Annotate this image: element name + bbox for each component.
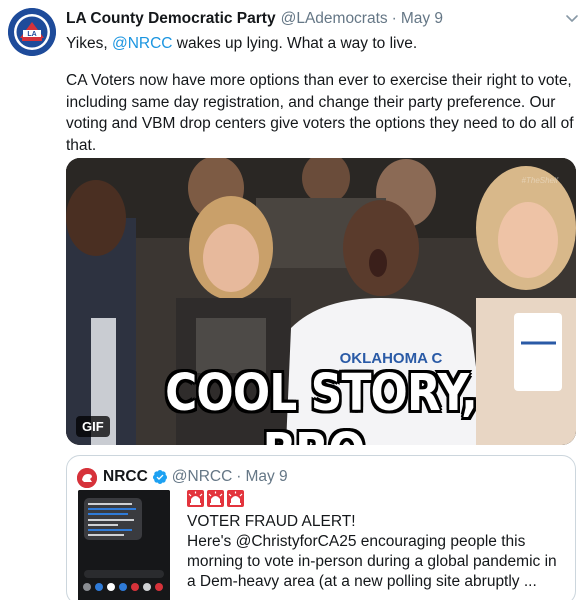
separator-dot: · (236, 468, 242, 485)
quoted-media-thumbnail[interactable] (78, 490, 170, 600)
phone-screenshot-image (78, 490, 170, 600)
author-avatar[interactable]: LA (8, 8, 56, 56)
author-name[interactable]: LA County Democratic Party (66, 10, 276, 28)
tweet[interactable]: LA LA County Democratic Party @LAdemocra… (0, 0, 582, 600)
siren-icon (227, 489, 244, 507)
tweet-paragraph: CA Voters now have more options than eve… (66, 72, 574, 154)
verified-badge-icon (152, 470, 167, 484)
quoted-text-line: a Dem-heavy area (at a new polling site … (187, 573, 537, 590)
siren-icon (187, 489, 204, 507)
tweet-text-line: Yikes, @NRCC wakes up lying. What a way … (66, 33, 576, 55)
quoted-text-line: Here's @ChristyforCA25 encouraging peopl… (187, 533, 526, 550)
siren-icon (207, 489, 224, 507)
quoted-text-line: VOTER FRAUD ALERT! (187, 513, 356, 530)
tweet-media-gif[interactable]: OKLAHOMA C #TheShelf COOL STORY, BRO. GI… (66, 158, 576, 445)
quoted-tweet[interactable]: NRCC @NRCC · May 9 VOTER FRAUD ALERT! He… (66, 455, 576, 600)
quoted-author-name[interactable]: NRCC (103, 468, 148, 486)
quoted-author-handle[interactable]: @NRCC (172, 468, 233, 486)
quoted-tweet-body: VOTER FRAUD ALERT! Here's @ChristyforCA2… (187, 488, 571, 592)
quoted-tweet-date[interactable]: May 9 (245, 468, 287, 486)
nrcc-logo-icon (77, 468, 97, 488)
la-county-logo-icon: LA (8, 8, 56, 56)
quoted-text-line: morning to vote in-person during a globa… (187, 553, 557, 570)
chevron-down-icon[interactable] (564, 10, 580, 26)
gif-caption: COOL STORY, BRO. (165, 364, 478, 445)
svg-text:LA: LA (27, 31, 36, 38)
siren-row (187, 488, 571, 508)
tweet-header: LA County Democratic Party @LAdemocrats … (66, 10, 443, 32)
quoted-tweet-header: NRCC @NRCC · May 9 (103, 468, 288, 486)
nrcc-avatar[interactable] (77, 468, 97, 488)
tweet-date[interactable]: May 9 (401, 10, 443, 28)
separator-dot: · (391, 10, 397, 27)
tweet-text-suffix: wakes up lying. What a way to live. (176, 35, 418, 52)
gif-badge: GIF (76, 416, 110, 437)
mention-link[interactable]: @NRCC (112, 35, 173, 52)
author-handle[interactable]: @LAdemocrats (281, 10, 388, 28)
tweet-text-prefix: Yikes, (66, 35, 108, 52)
watermark-text: #TheShelf (521, 176, 558, 185)
